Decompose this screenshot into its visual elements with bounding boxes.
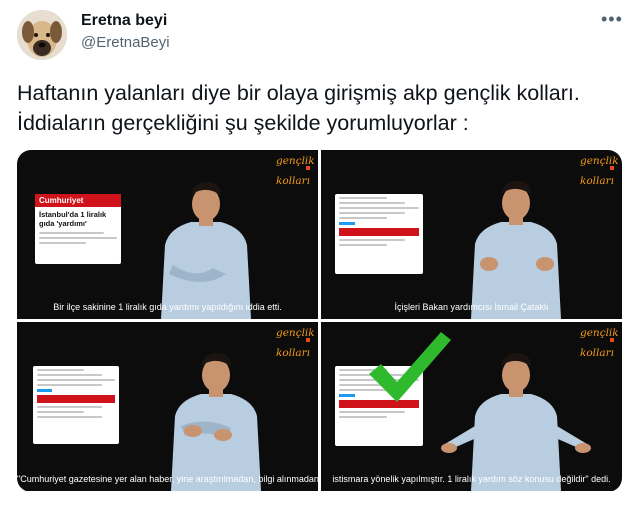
tweet-card [33,366,119,444]
genclik-kollari-logo: gençlik kolları [276,327,315,359]
user-handle[interactable]: @EretnaBeyi [81,34,170,51]
card-brand: Cumhuriyet [35,194,121,207]
genclik-kollari-logo: gençlik kolları [580,155,619,187]
video-frame-1[interactable]: Cumhuriyet İstanbul'da 1 liralık gıda 'y… [17,150,318,319]
more-icon[interactable]: ••• [601,10,623,28]
news-card: Cumhuriyet İstanbul'da 1 liralık gıda 'y… [35,194,121,264]
video-subtitle: istismara yönelik yapılmıştır. 1 liralık… [332,474,611,484]
genclik-kollari-logo: gençlik kolları [580,327,619,359]
presenter-figure [171,353,261,491]
video-frame-3[interactable]: gençlik kolları "Cumhuriyet gazetesine ye… [17,322,318,491]
dog-avatar-icon [17,10,67,60]
genclik-kollari-logo: gençlik kolları [276,155,315,187]
media-grid[interactable]: Cumhuriyet İstanbul'da 1 liralık gıda 'y… [17,150,622,492]
video-frame-4[interactable]: gençlik kolları istismara yönelik yapılmı… [321,322,622,491]
presenter-figure [471,181,561,319]
video-subtitle: İçişleri Bakan yardımcısı İsmail Çataklı [394,302,549,312]
presenter-figure [161,182,251,319]
avatar[interactable] [17,10,67,60]
video-frame-2[interactable]: gençlik kolları İçişleri Bakan yardımcısı… [321,150,622,319]
card-headline: İstanbul'da 1 liralık gıda 'yardımı' [39,210,107,228]
tweet-card [335,194,423,274]
video-subtitle: Bir ilçe sakinine 1 liralık gıda yardımı… [53,302,282,312]
presenter-figure [441,353,591,491]
display-name[interactable]: Eretna beyi [81,12,167,30]
tweet-text: Haftanın yalanları diye bir olaya girişm… [17,81,580,135]
video-subtitle: "Cumhuriyet gazetesine yer alan haber, y… [17,474,318,484]
